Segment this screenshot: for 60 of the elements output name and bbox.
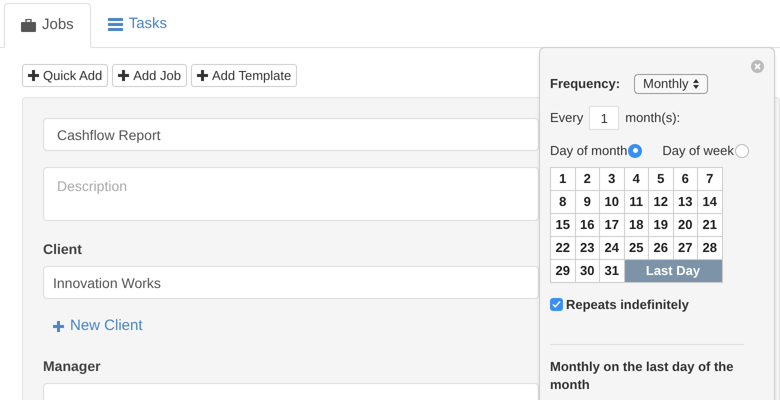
caret-icon (692, 79, 699, 89)
day-cell[interactable]: 30 (576, 260, 599, 282)
toolbar-button[interactable]: Add Template (190, 64, 298, 87)
day-cell[interactable]: 29 (551, 260, 574, 282)
day-cell[interactable]: 12 (649, 190, 672, 212)
interval-field[interactable]: 1 (589, 106, 620, 130)
plus-icon (28, 70, 39, 81)
client-label: Client (43, 240, 82, 260)
day-cell[interactable]: 23 (576, 236, 599, 258)
day-cell[interactable]: 27 (674, 236, 697, 258)
day-cell[interactable]: 25 (624, 236, 648, 258)
day-cell[interactable]: 15 (551, 214, 574, 236)
plus-icon (196, 70, 208, 81)
manager-label: Manager (43, 356, 101, 376)
day-cell[interactable]: 16 (576, 214, 599, 236)
day-cell[interactable]: 21 (698, 214, 722, 236)
repeats-checkbox[interactable]: Repeats indefinitely (550, 294, 689, 314)
day-cell[interactable]: 19 (649, 214, 672, 236)
day-cell[interactable]: 5 (649, 168, 672, 190)
plus-icon (118, 70, 130, 81)
tab[interactable]: Jobs (4, 3, 91, 48)
day-cell[interactable]: 10 (600, 190, 624, 212)
day-cell[interactable]: 4 (624, 168, 648, 190)
day-cell[interactable]: 1 (551, 168, 574, 190)
frequency-label: Frequency: (550, 75, 622, 94)
day-cell[interactable]: 3 (600, 168, 624, 190)
frequency-select[interactable]: Monthly (634, 74, 708, 94)
day-cell[interactable]: 17 (600, 214, 624, 236)
unit-label: month(s): (625, 109, 680, 128)
toolbar-button[interactable]: Add Job (112, 64, 187, 87)
recurrence-summary: Monthly on the last day of the month (550, 358, 734, 394)
every-label: Every (550, 109, 584, 128)
day-cell[interactable]: 9 (576, 190, 599, 212)
day-cell[interactable]: 26 (649, 236, 672, 258)
day-cell[interactable]: 18 (624, 214, 648, 236)
day-cell[interactable]: 22 (551, 236, 574, 258)
job-name-field[interactable]: Cashflow Report (43, 118, 539, 151)
day-cell[interactable]: 6 (674, 168, 697, 190)
day-cell[interactable]: 11 (624, 190, 648, 212)
day-cell[interactable]: 28 (698, 236, 722, 258)
new-client-link[interactable]: New Client (53, 315, 143, 338)
mode-radio[interactable]: Day of month (550, 141, 642, 160)
tab[interactable]: Tasks (90, 2, 184, 47)
day-cell[interactable]: 8 (551, 190, 574, 212)
description-field[interactable]: Description (43, 167, 539, 222)
day-cell[interactable]: 31 (600, 260, 624, 282)
day-cell[interactable]: 13 (674, 190, 697, 212)
day-cell[interactable]: 14 (698, 190, 722, 212)
briefcase-icon (21, 19, 36, 32)
list-icon (108, 18, 123, 31)
client-field[interactable]: Innovation Works (43, 266, 539, 300)
day-cell[interactable]: 24 (600, 236, 624, 258)
day-cell[interactable]: 20 (674, 214, 697, 236)
close-icon[interactable] (751, 60, 764, 73)
mode-radio[interactable]: Day of week (662, 141, 749, 160)
toolbar-button[interactable]: Quick Add (22, 64, 108, 87)
day-cell[interactable]: 2 (576, 168, 599, 190)
check-icon (552, 300, 561, 309)
day-cell[interactable]: 7 (698, 168, 722, 190)
plus-icon (53, 321, 64, 332)
